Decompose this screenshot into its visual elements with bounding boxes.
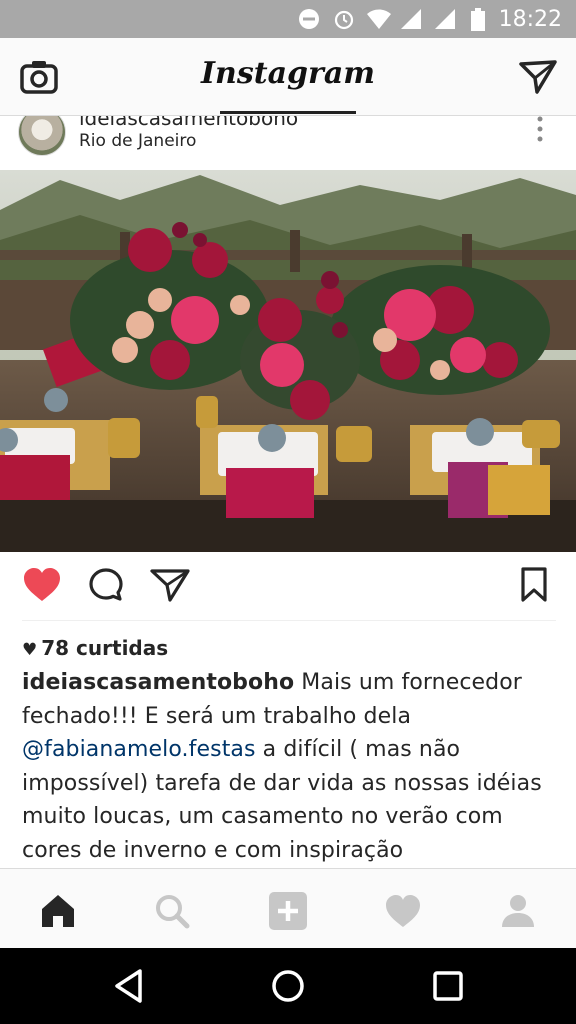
recents-icon[interactable] [432,968,464,1004]
app-header: Instagram [0,38,576,116]
add-icon[interactable] [268,891,308,931]
system-navigation-bar [0,948,576,1024]
battery-icon [471,8,485,31]
post-actions [0,552,576,620]
status-bar: 18:22 [0,0,576,38]
activity-icon[interactable] [383,891,423,931]
instagram-logo: Instagram [201,56,375,91]
back-icon[interactable] [112,968,146,1004]
post-caption: ideiascasamentoboho Mais um fornecedor f… [22,666,556,867]
clock: 18:22 [498,7,562,32]
home-circle-icon[interactable] [270,968,306,1004]
actions-divider [22,620,556,621]
signal-icon-2 [435,9,455,29]
wifi-icon [367,9,391,29]
caption-username[interactable]: ideiascasamentoboho [22,670,294,695]
bookmark-icon[interactable] [520,567,548,603]
post-username[interactable]: ideiascasamentoboho [79,116,298,130]
post-location[interactable]: Rio de Janeiro [79,131,196,151]
search-icon[interactable] [152,891,192,931]
comment-icon[interactable] [88,567,124,603]
likes-text: 78 curtidas [41,636,169,660]
direct-message-icon[interactable] [519,60,557,94]
bottom-navigation [0,868,576,948]
do-not-disturb-icon [299,9,319,29]
profile-icon[interactable] [498,891,538,931]
likes-count[interactable]: ♥ 78 curtidas [22,636,168,660]
share-icon[interactable] [150,567,190,603]
alarm-icon [334,10,354,30]
post-header: ideiascasamentoboho Rio de Janeiro [0,116,576,170]
caption-mention[interactable]: @fabianamelo.festas [22,737,256,762]
small-heart-icon: ♥ [22,640,38,660]
more-options-icon[interactable] [536,116,544,144]
signal-icon [401,9,421,29]
post-photo[interactable] [0,170,576,552]
refresh-indicator [220,111,356,114]
home-icon[interactable] [38,891,78,931]
heart-icon[interactable] [22,567,62,603]
avatar[interactable] [18,116,66,156]
